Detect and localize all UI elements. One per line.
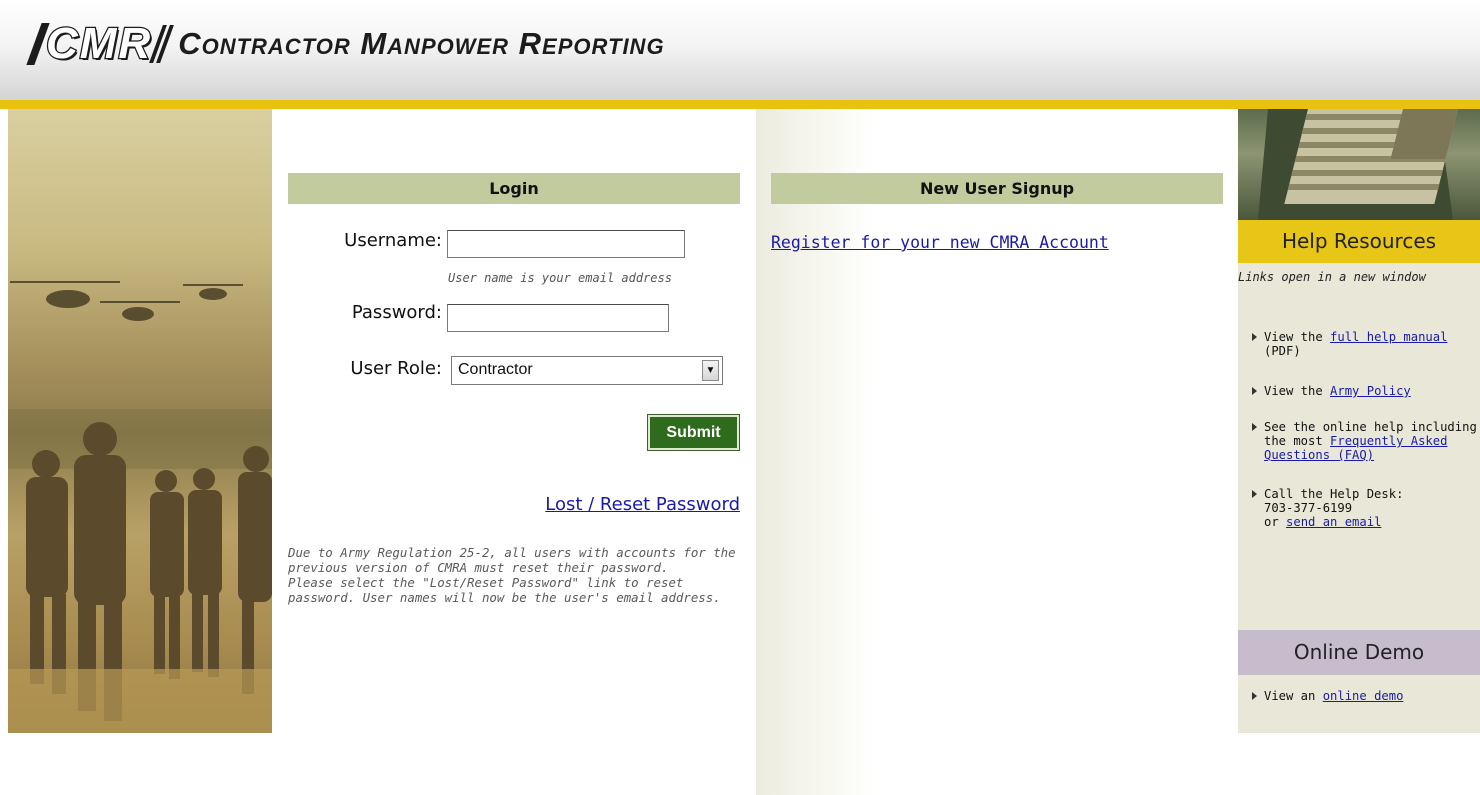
header-accent-bar [0,100,1480,109]
bullet-arrow-icon [1252,333,1257,341]
cmr-logo: CMR Contractor Manpower Reporting [26,18,665,70]
password-input[interactable] [447,304,669,332]
help-resources-heading: Help Resources [1238,220,1480,263]
send-email-link[interactable]: send an email [1286,515,1381,529]
bullet-arrow-icon [1252,692,1257,700]
app-title: Contractor Manpower Reporting [178,26,665,61]
signup-heading: New User Signup [771,173,1223,204]
user-role-label: User Role: [350,358,442,379]
username-input[interactable] [447,230,685,258]
help-item-army-policy: View the Army Policy [1252,384,1480,398]
register-account-link[interactable]: Register for your new CMRA Account [771,233,1109,252]
notice-line-1: Due to Army Regulation 25-2, all users w… [288,545,736,575]
bullet-arrow-icon [1252,490,1257,498]
dropdown-arrow-icon[interactable]: ▼ [702,360,719,381]
username-label: Username: [344,230,442,251]
logo-divider-bars [149,25,175,63]
password-reset-notice: Due to Army Regulation 25-2, all users w… [288,545,740,605]
bullet-arrow-icon [1252,387,1257,395]
help-desk-label: Call the Help Desk: [1264,487,1404,501]
online-demo-heading: Online Demo [1238,630,1480,675]
flag-photo [1238,109,1480,220]
user-role-value: Contractor [458,361,533,378]
links-new-window-note: Links open in a new window [1238,270,1426,284]
username-hint: User name is your email address [448,271,672,285]
login-heading: Login [288,173,740,204]
army-policy-link[interactable]: Army Policy [1330,384,1411,398]
online-demo-link[interactable]: online demo [1323,689,1404,703]
full-help-manual-link[interactable]: full help manual [1330,330,1447,344]
help-item-manual: View the full help manual (PDF) [1252,330,1480,358]
submit-button[interactable]: Submit [647,414,740,451]
help-item-online-help: See the online help including the most F… [1252,420,1480,462]
help-item-help-desk: Call the Help Desk: 703-377-6199 or send a… [1252,487,1480,529]
help-desk-phone: 703-377-6199 [1264,501,1353,515]
demo-item: View an online demo [1252,689,1480,703]
page-header: CMR Contractor Manpower Reporting [0,0,1480,100]
notice-line-2: Please select the "Lost/Reset Password" … [288,575,721,605]
password-label: Password: [351,302,442,323]
signup-panel: New User Signup Register for your new CM… [756,109,1238,795]
bullet-arrow-icon [1252,423,1257,431]
user-role-select[interactable]: Contractor ▼ [451,356,723,385]
help-sidebar: Help Resources Links open in a new windo… [1238,109,1480,733]
logo-acronym: CMR [45,18,153,70]
login-panel: Login Username: User name is your email … [272,109,756,795]
soldiers-photo [8,109,272,733]
lost-reset-password-link[interactable]: Lost / Reset Password [545,494,740,515]
